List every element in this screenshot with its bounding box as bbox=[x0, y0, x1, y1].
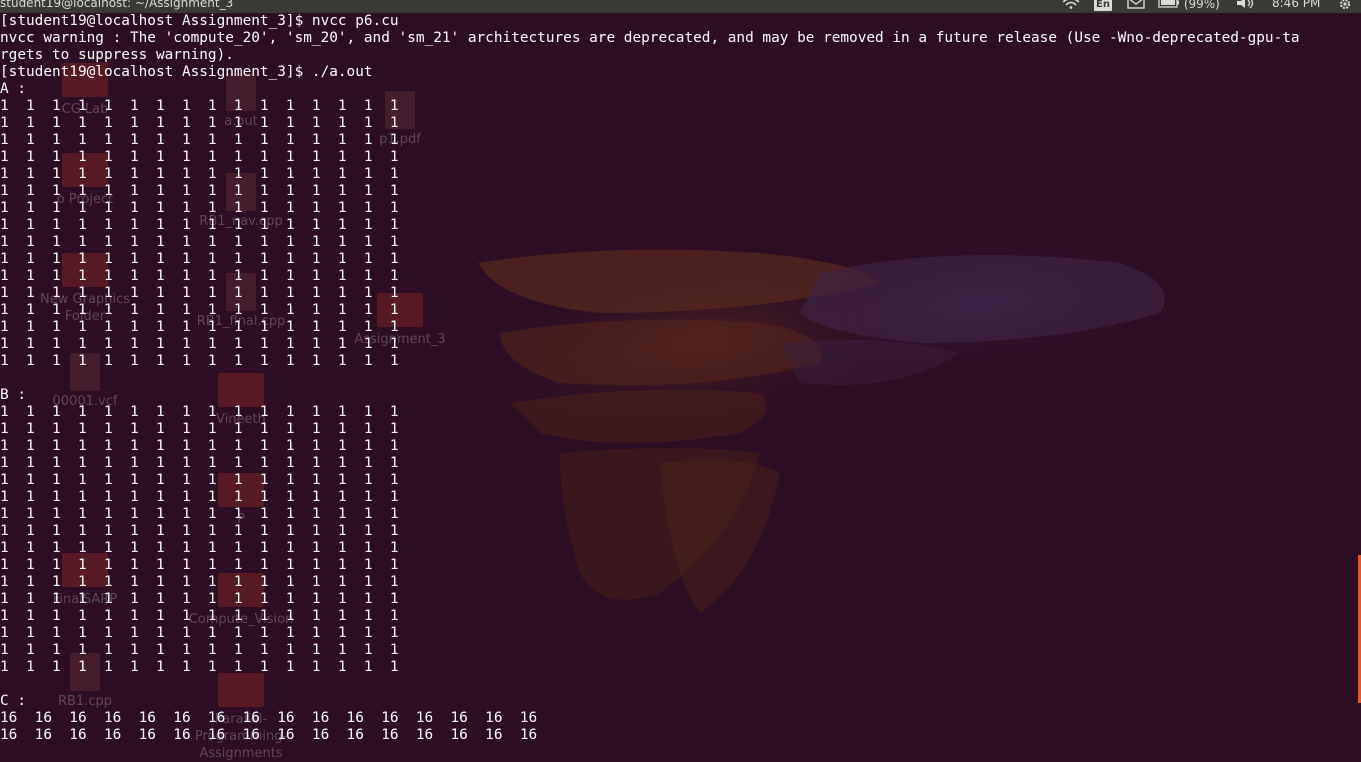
terminal-line: 1 1 1 1 1 1 1 1 1 1 1 1 1 1 1 1 bbox=[0, 489, 399, 505]
clock[interactable]: 8:46 PM bbox=[1272, 0, 1320, 10]
terminal-line: 1 1 1 1 1 1 1 1 1 1 1 1 1 1 1 1 bbox=[0, 404, 399, 420]
terminal-line: 1 1 1 1 1 1 1 1 1 1 1 1 1 1 1 1 bbox=[0, 421, 399, 437]
terminal-line: A : bbox=[0, 81, 26, 97]
terminal-line: 1 1 1 1 1 1 1 1 1 1 1 1 1 1 1 1 bbox=[0, 285, 399, 301]
terminal-line: 1 1 1 1 1 1 1 1 1 1 1 1 1 1 1 1 bbox=[0, 319, 399, 335]
keyboard-layout-indicator[interactable]: En bbox=[1094, 0, 1112, 11]
terminal-output[interactable]: [student19@localhost Assignment_3]$ nvcc… bbox=[0, 13, 1361, 758]
terminal-line: 1 1 1 1 1 1 1 1 1 1 1 1 1 1 1 1 bbox=[0, 183, 399, 199]
wifi-icon[interactable] bbox=[1062, 0, 1080, 12]
terminal-line: 1 1 1 1 1 1 1 1 1 1 1 1 1 1 1 1 bbox=[0, 506, 399, 522]
terminal-line: 1 1 1 1 1 1 1 1 1 1 1 1 1 1 1 1 bbox=[0, 149, 399, 165]
terminal-line: 1 1 1 1 1 1 1 1 1 1 1 1 1 1 1 1 bbox=[0, 659, 399, 675]
battery-indicator[interactable]: (99%) bbox=[1158, 0, 1220, 11]
terminal-line: 1 1 1 1 1 1 1 1 1 1 1 1 1 1 1 1 bbox=[0, 336, 399, 352]
terminal-line: 1 1 1 1 1 1 1 1 1 1 1 1 1 1 1 1 bbox=[0, 166, 399, 182]
terminal-line: 1 1 1 1 1 1 1 1 1 1 1 1 1 1 1 1 bbox=[0, 608, 399, 624]
terminal-line: 1 1 1 1 1 1 1 1 1 1 1 1 1 1 1 1 bbox=[0, 455, 399, 471]
terminal-line: 1 1 1 1 1 1 1 1 1 1 1 1 1 1 1 1 bbox=[0, 115, 399, 131]
terminal-line: nvcc warning : The 'compute_20', 'sm_20'… bbox=[0, 30, 1300, 46]
terminal-line: 1 1 1 1 1 1 1 1 1 1 1 1 1 1 1 1 bbox=[0, 251, 399, 267]
terminal-line: 1 1 1 1 1 1 1 1 1 1 1 1 1 1 1 1 bbox=[0, 268, 399, 284]
terminal-line: 1 1 1 1 1 1 1 1 1 1 1 1 1 1 1 1 bbox=[0, 472, 399, 488]
settings-gear-icon[interactable] bbox=[1337, 0, 1353, 13]
terminal-line: 1 1 1 1 1 1 1 1 1 1 1 1 1 1 1 1 bbox=[0, 574, 399, 590]
keyboard-layout-label: En bbox=[1094, 0, 1112, 11]
terminal-line: 1 1 1 1 1 1 1 1 1 1 1 1 1 1 1 1 bbox=[0, 353, 399, 369]
battery-percent: (99%) bbox=[1183, 0, 1220, 11]
terminal-line: 1 1 1 1 1 1 1 1 1 1 1 1 1 1 1 1 bbox=[0, 217, 399, 233]
terminal-line: 1 1 1 1 1 1 1 1 1 1 1 1 1 1 1 1 bbox=[0, 591, 399, 607]
terminal-line: 1 1 1 1 1 1 1 1 1 1 1 1 1 1 1 1 bbox=[0, 523, 399, 539]
terminal-line: 1 1 1 1 1 1 1 1 1 1 1 1 1 1 1 1 bbox=[0, 625, 399, 641]
top-panel: student19@localhost: ~/Assignment_3 En (… bbox=[0, 0, 1361, 13]
terminal-line: 1 1 1 1 1 1 1 1 1 1 1 1 1 1 1 1 bbox=[0, 200, 399, 216]
volume-icon[interactable] bbox=[1236, 0, 1256, 12]
terminal-line: 1 1 1 1 1 1 1 1 1 1 1 1 1 1 1 1 bbox=[0, 557, 399, 573]
terminal-line: 1 1 1 1 1 1 1 1 1 1 1 1 1 1 1 1 bbox=[0, 438, 399, 454]
terminal-line: B : bbox=[0, 387, 26, 403]
terminal-line: 16 16 16 16 16 16 16 16 16 16 16 16 16 1… bbox=[0, 727, 538, 743]
terminal-line: 1 1 1 1 1 1 1 1 1 1 1 1 1 1 1 1 bbox=[0, 642, 399, 658]
terminal-line: 1 1 1 1 1 1 1 1 1 1 1 1 1 1 1 1 bbox=[0, 234, 399, 250]
terminal-line: 1 1 1 1 1 1 1 1 1 1 1 1 1 1 1 1 bbox=[0, 132, 399, 148]
terminal-line: 1 1 1 1 1 1 1 1 1 1 1 1 1 1 1 1 bbox=[0, 540, 399, 556]
mail-icon[interactable] bbox=[1127, 0, 1145, 12]
terminal-line: 1 1 1 1 1 1 1 1 1 1 1 1 1 1 1 1 bbox=[0, 302, 399, 318]
terminal-line: C : bbox=[0, 693, 26, 709]
terminal-line: 1 1 1 1 1 1 1 1 1 1 1 1 1 1 1 1 bbox=[0, 98, 399, 114]
terminal-line: [student19@localhost Assignment_3]$ nvcc… bbox=[0, 13, 399, 29]
terminal-line: rgets to suppress warning). bbox=[0, 47, 234, 63]
battery-icon bbox=[1158, 0, 1180, 11]
window-title: student19@localhost: ~/Assignment_3 bbox=[0, 0, 234, 10]
terminal-line: 16 16 16 16 16 16 16 16 16 16 16 16 16 1… bbox=[0, 710, 538, 726]
terminal-line: [student19@localhost Assignment_3]$ ./a.… bbox=[0, 64, 373, 80]
